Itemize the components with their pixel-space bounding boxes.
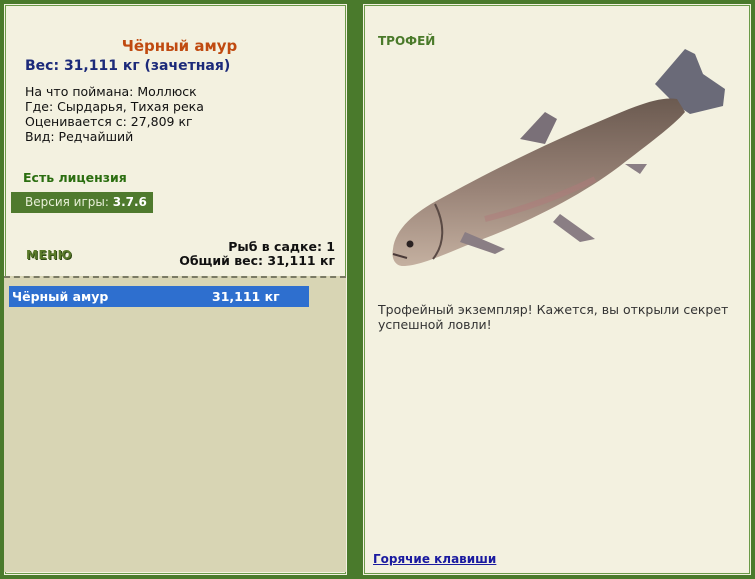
fish-count: Рыб в садке: 1 [228, 239, 335, 254]
estimate-info: Оценивается с: 27,809 кг [25, 114, 193, 129]
list-item[interactable]: Чёрный амур 31,111 кг [9, 286, 309, 307]
fish-title: Чёрный амур [121, 37, 238, 55]
fish-weight: Вес: 31,111 кг (зачетная) [25, 58, 231, 74]
rarity-info: Вид: Редчайший [25, 129, 134, 144]
keepnet-stats: Рыб в садке: 1 Общий вес: 31,111 кг [179, 240, 335, 268]
list-item-name: Чёрный амур [12, 289, 109, 304]
license-status: Есть лицензия [23, 170, 127, 185]
bait-info: На что поймана: Моллюск [25, 84, 197, 99]
catch-list: Чёрный амур 31,111 кг [4, 276, 346, 572]
location-info: Где: Сырдарья, Тихая река [25, 99, 204, 114]
trophy-description: Трофейный экземпляр! Кажется, вы открыли… [378, 302, 729, 332]
fish-image [392, 49, 725, 266]
total-weight: Общий вес: 31,111 кг [179, 253, 335, 268]
version-value: 3.7.6 [112, 195, 147, 209]
version-badge: Версия игры: 3.7.6 [11, 192, 153, 213]
right-panel: ТРОФЕЙ Трофейный экземпляр! Кажется, вы … [359, 0, 755, 579]
list-item-weight: 31,111 кг [212, 289, 280, 304]
hotkeys-link[interactable]: Горячие клавиши [373, 552, 496, 566]
menu-button[interactable]: МЕНЮ [26, 248, 72, 262]
version-label: Версия игры: [25, 195, 109, 209]
